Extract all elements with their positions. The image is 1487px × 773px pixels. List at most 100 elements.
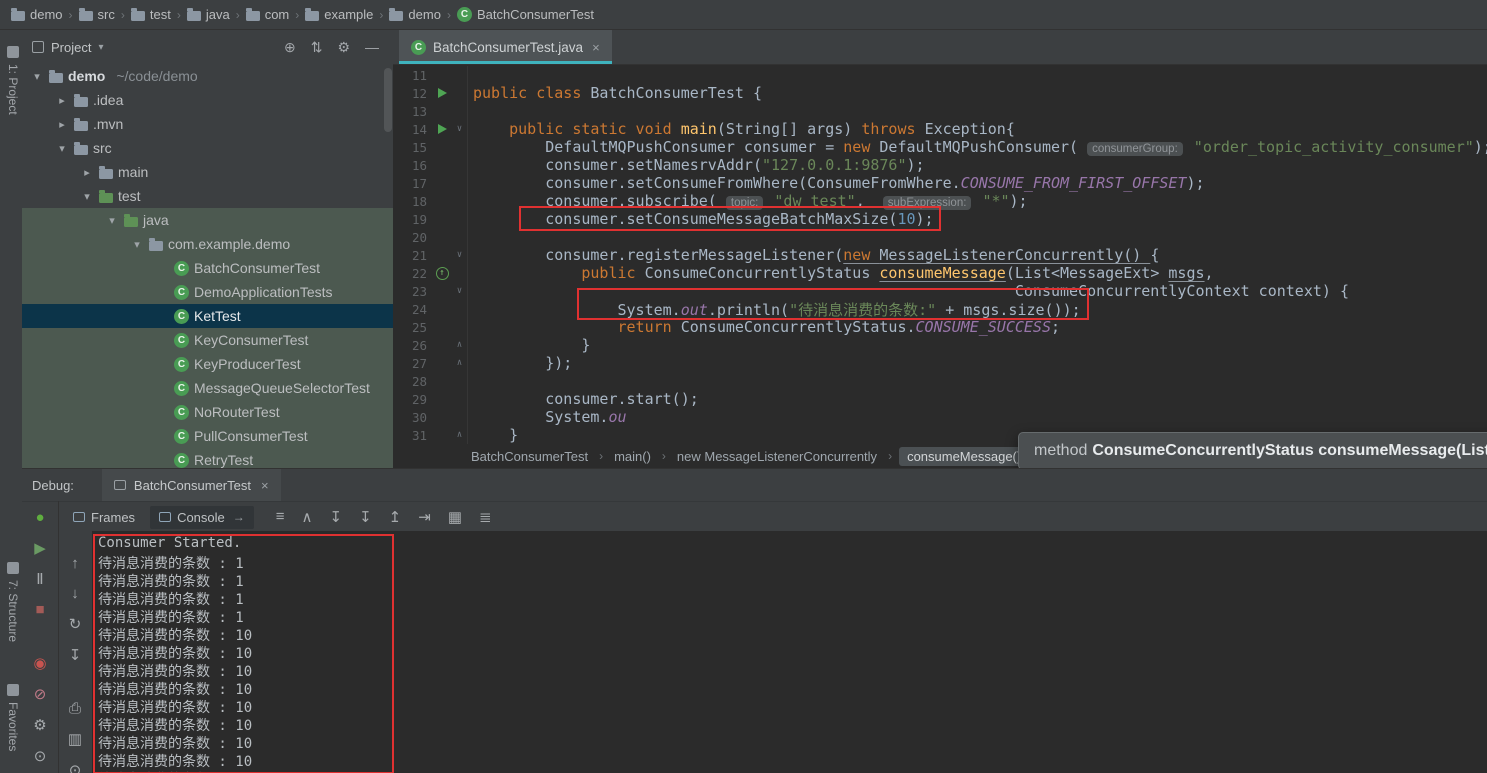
debugger-bug-icon[interactable]: ● — [35, 509, 44, 526]
line-number[interactable]: 26 — [393, 338, 432, 353]
clear-console-icon[interactable]: ▥ — [68, 730, 82, 748]
tree-item[interactable]: ▸.idea — [22, 88, 393, 112]
line-number[interactable]: 25 — [393, 320, 432, 335]
stop-icon[interactable]: ■ — [35, 601, 44, 618]
chevron-down-icon[interactable]: ▾ — [130, 238, 144, 251]
locate-icon[interactable]: ⊕ — [284, 39, 296, 56]
line-number[interactable]: 17 — [393, 176, 432, 191]
line-number[interactable]: 29 — [393, 392, 432, 407]
scroll-down-icon[interactable]: ↧ — [359, 508, 372, 526]
camera-icon[interactable]: ⊙ — [69, 761, 82, 773]
debug-session-tab[interactable]: BatchConsumerTest × — [102, 469, 281, 501]
line-number[interactable]: 19 — [393, 212, 432, 227]
tab-frames[interactable]: Frames — [64, 506, 144, 529]
override-method-icon[interactable]: ↑ — [436, 267, 449, 280]
tree-item[interactable]: ▸main — [22, 160, 393, 184]
pause-icon[interactable]: Ⅱ — [36, 570, 43, 588]
breadcrumb-item[interactable]: CBatchConsumerTest — [454, 0, 597, 29]
resume-icon[interactable]: ▶ — [34, 539, 46, 557]
line-number[interactable]: 11 — [393, 68, 432, 83]
line-number[interactable]: 31 — [393, 428, 432, 443]
tree-item[interactable]: CPullConsumerTest — [22, 424, 393, 448]
line-number[interactable]: 27 — [393, 356, 432, 371]
breadcrumb-item[interactable]: demo — [8, 0, 66, 29]
tab-console[interactable]: Console→ — [150, 506, 254, 529]
gear-icon[interactable]: ⚙ — [337, 39, 350, 56]
fold-icon[interactable]: ∨ — [452, 246, 468, 264]
line-number[interactable]: 12 — [393, 86, 432, 101]
editor-tab[interactable]: C BatchConsumerTest.java × — [399, 30, 612, 64]
tree-item[interactable]: ▾demo~/code/demo — [22, 64, 393, 88]
scroll-to-end-icon[interactable]: ⇥ — [418, 508, 431, 526]
breadcrumb-item[interactable]: demo — [386, 0, 444, 29]
tree-item[interactable]: CMessageQueueSelectorTest — [22, 376, 393, 400]
code-editor[interactable]: 1112public class BatchConsumerTest {1314… — [393, 66, 1487, 450]
line-number[interactable]: 20 — [393, 230, 432, 245]
chevron-down-icon[interactable]: ▾ — [98, 42, 103, 53]
line-number[interactable]: 13 — [393, 104, 432, 119]
breadcrumb-item[interactable]: example — [302, 0, 376, 29]
rerun-icon[interactable]: ↻ — [69, 615, 82, 633]
line-number[interactable]: 18 — [393, 194, 432, 209]
scroll-down-icon[interactable]: ↧ — [69, 646, 82, 664]
line-number[interactable]: 30 — [393, 410, 432, 425]
run-icon[interactable] — [438, 88, 447, 98]
breadcrumb-item[interactable]: test — [128, 0, 174, 29]
run-icon[interactable] — [438, 124, 447, 134]
tree-item[interactable]: ▸.mvn — [22, 112, 393, 136]
breadcrumb-item[interactable]: new MessageListenerConcurrently — [673, 447, 881, 466]
breadcrumb-item[interactable]: BatchConsumerTest — [467, 447, 592, 466]
scrollbar-thumb[interactable] — [384, 68, 392, 132]
breadcrumb-item[interactable]: consumeMessage() — [899, 447, 1029, 466]
step-down-icon[interactable]: ↧ — [330, 508, 343, 526]
menu-icon[interactable]: ≡ — [276, 508, 285, 526]
fold-icon[interactable]: ∧ — [452, 426, 468, 444]
tree-item[interactable]: CKeyProducerTest — [22, 352, 393, 376]
tree-item[interactable]: CKeyConsumerTest — [22, 328, 393, 352]
print-icon[interactable]: ⎙ — [69, 700, 81, 717]
debug-console[interactable]: Consumer Started.待消息消费的条数 : 1待消息消费的条数 : … — [92, 531, 1487, 773]
line-number[interactable]: 23 — [393, 284, 432, 299]
tree-item[interactable]: ▾com.example.demo — [22, 232, 393, 256]
line-number[interactable]: 21 — [393, 248, 432, 263]
tree-item[interactable]: CNoRouterTest — [22, 400, 393, 424]
tree-item[interactable]: CRetryTest — [22, 448, 393, 468]
fold-icon[interactable]: ∨ — [452, 120, 468, 138]
collapse-icon[interactable]: ∧ — [302, 508, 313, 526]
tree-item[interactable]: CBatchConsumerTest — [22, 256, 393, 280]
fold-icon[interactable]: ∧ — [452, 336, 468, 354]
line-number[interactable]: 22 — [393, 266, 432, 281]
collapse-all-icon[interactable]: ⇅ — [311, 39, 323, 56]
fold-icon[interactable]: ∨ — [452, 282, 468, 300]
line-number[interactable]: 28 — [393, 374, 432, 389]
fold-icon[interactable]: ∧ — [452, 354, 468, 372]
chevron-down-icon[interactable]: ▾ — [30, 70, 44, 83]
chevron-down-icon[interactable]: ▾ — [80, 190, 94, 203]
chevron-down-icon[interactable]: ▾ — [105, 214, 119, 227]
close-icon[interactable]: × — [261, 478, 269, 493]
filter-icon[interactable]: ≣ — [479, 508, 492, 526]
mute-breakpoints-icon[interactable]: ⊘ — [34, 685, 47, 703]
close-icon[interactable]: × — [592, 40, 600, 55]
grid-icon[interactable]: ▦ — [448, 508, 462, 526]
tool-window-button-favorites[interactable]: Favorites — [6, 684, 20, 751]
tool-window-button-project[interactable]: 1: Project — [6, 46, 20, 115]
tree-item[interactable]: CDemoApplicationTests — [22, 280, 393, 304]
up-arrow-icon[interactable]: ↑ — [71, 555, 79, 572]
tree-item[interactable]: CKetTest — [22, 304, 393, 328]
hide-panel-icon[interactable]: — — [365, 39, 379, 56]
line-number[interactable]: 16 — [393, 158, 432, 173]
line-number[interactable]: 24 — [393, 302, 432, 317]
tree-item[interactable]: ▾test — [22, 184, 393, 208]
scroll-up-icon[interactable]: ↥ — [389, 508, 402, 526]
down-arrow-icon[interactable]: ↓ — [71, 585, 79, 602]
breadcrumb-item[interactable]: com — [243, 0, 293, 29]
line-number[interactable]: 15 — [393, 140, 432, 155]
breadcrumb-item[interactable]: src — [76, 0, 118, 29]
tool-window-button-structure[interactable]: 7: Structure — [6, 562, 20, 642]
chevron-right-icon[interactable]: ▸ — [55, 94, 69, 107]
chevron-down-icon[interactable]: ▾ — [55, 142, 69, 155]
view-breakpoints-icon[interactable]: ◉ — [33, 654, 46, 672]
breadcrumb-item[interactable]: main() — [610, 447, 655, 466]
chevron-right-icon[interactable]: ▸ — [80, 166, 94, 179]
